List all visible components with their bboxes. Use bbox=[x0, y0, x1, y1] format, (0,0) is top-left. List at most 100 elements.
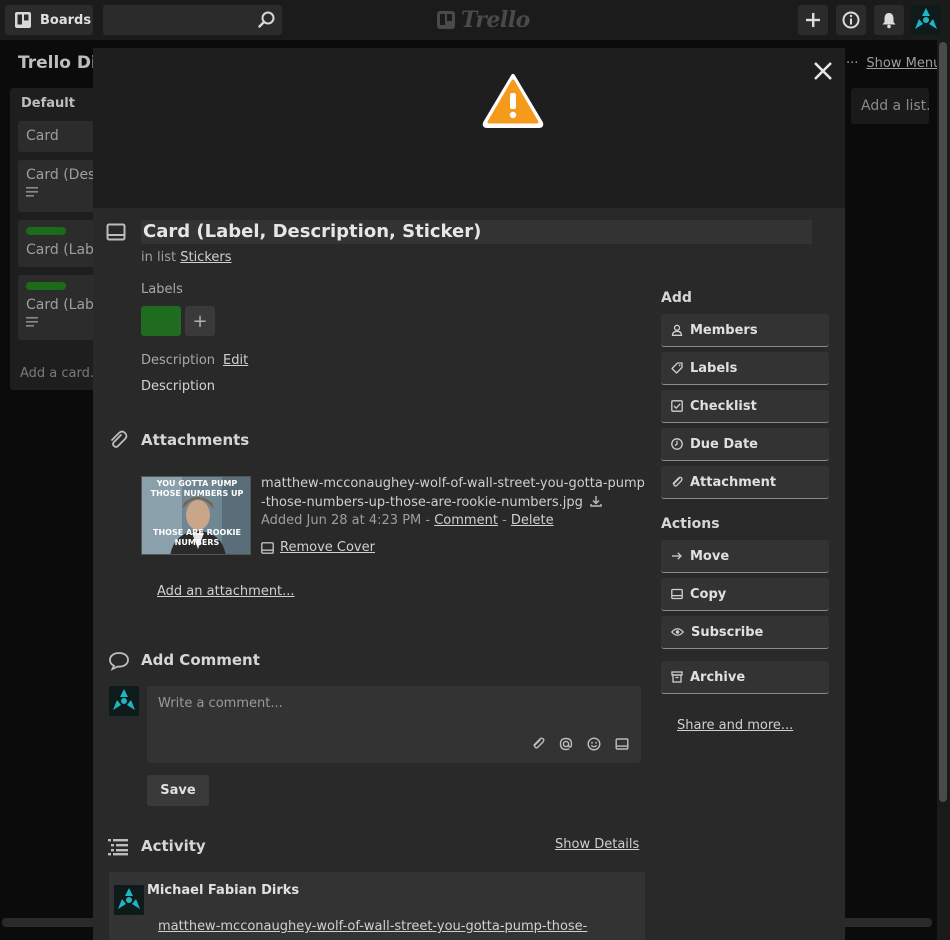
activity-avatar[interactable] bbox=[114, 885, 144, 915]
list-card[interactable]: Card bbox=[18, 121, 100, 152]
search-input[interactable] bbox=[103, 5, 282, 35]
emoji-icon[interactable] bbox=[587, 737, 601, 751]
attach-icon[interactable] bbox=[531, 737, 545, 751]
list-card-title: Card (Desc bbox=[26, 167, 100, 183]
add-card-link[interactable]: Add a card... bbox=[20, 366, 102, 381]
label-tag-icon bbox=[671, 362, 683, 374]
card-link-icon[interactable] bbox=[615, 737, 629, 751]
list-name[interactable]: Default bbox=[21, 96, 75, 111]
copy-button[interactable]: Copy bbox=[661, 578, 829, 611]
add-comment-heading: Add Comment bbox=[141, 651, 260, 669]
attachments-heading: Attachments bbox=[141, 431, 250, 449]
actions-heading: Actions bbox=[661, 516, 720, 532]
members-button[interactable]: Members bbox=[661, 314, 829, 347]
attachment-delete-link[interactable]: Delete bbox=[511, 513, 554, 528]
add-label-button[interactable]: + bbox=[185, 306, 215, 336]
cover-icon bbox=[261, 541, 274, 554]
avatar-hazard-icon bbox=[114, 885, 144, 915]
warning-sticker-icon bbox=[482, 74, 544, 128]
notifications-button[interactable] bbox=[874, 5, 904, 35]
checklist-label: Checklist bbox=[690, 398, 757, 414]
attachment-button[interactable]: Attachment bbox=[661, 466, 829, 499]
due-date-button[interactable]: Due Date bbox=[661, 428, 829, 461]
list-card[interactable]: Card (Labe bbox=[18, 220, 100, 267]
download-icon[interactable] bbox=[590, 495, 602, 507]
attachment-filename[interactable]: matthew-mcconaughey-wolf-of-wall-street-… bbox=[261, 474, 645, 512]
list-card-title: Card (Labe bbox=[26, 297, 100, 313]
share-and-more-link[interactable]: Share and more... bbox=[677, 718, 793, 733]
list-card[interactable]: Card (Desc bbox=[18, 160, 100, 212]
add-attachment-link[interactable]: Add an attachment... bbox=[157, 584, 295, 599]
description-icon bbox=[26, 187, 38, 197]
comment-avatar bbox=[109, 686, 139, 716]
add-heading: Add bbox=[661, 290, 692, 306]
logo-text: Trello bbox=[461, 7, 530, 33]
plus-icon bbox=[806, 13, 820, 27]
avatar-hazard-icon bbox=[911, 5, 941, 35]
description-icon bbox=[26, 317, 38, 327]
top-header: Boards Trello bbox=[0, 0, 950, 40]
add-list-button[interactable]: Add a list... bbox=[851, 88, 929, 124]
member-icon bbox=[671, 324, 683, 336]
info-button[interactable] bbox=[836, 5, 866, 35]
list-card[interactable]: Card (Labe bbox=[18, 275, 100, 340]
list-card-title: Card (Labe bbox=[26, 242, 100, 258]
activity-heading: Activity bbox=[141, 837, 206, 855]
create-button[interactable] bbox=[798, 5, 828, 35]
remove-cover-link[interactable]: Remove Cover bbox=[261, 540, 375, 555]
label-green[interactable] bbox=[141, 306, 181, 336]
labels-heading: Labels bbox=[141, 282, 183, 297]
user-avatar[interactable] bbox=[911, 5, 941, 35]
comment-placeholder: Write a comment... bbox=[158, 696, 283, 711]
attachment-thumbnail[interactable]: YOU GOTTA PUMP THOSE NUMBERS UP THOSE AR… bbox=[141, 476, 251, 555]
attachment-comment-link[interactable]: Comment bbox=[434, 513, 498, 528]
archive-icon bbox=[671, 671, 683, 683]
activity-attachment-link[interactable]: matthew-mcconaughey-wolf-of-wall-street-… bbox=[158, 917, 628, 936]
description-text[interactable]: Description bbox=[141, 379, 215, 394]
paperclip-icon bbox=[111, 430, 128, 448]
eye-icon bbox=[671, 628, 684, 636]
trello-logo[interactable]: Trello bbox=[437, 7, 530, 33]
bell-icon bbox=[882, 13, 896, 29]
attachment-meta-separator: - bbox=[502, 513, 507, 528]
trello-logo-icon bbox=[437, 11, 455, 29]
in-list-prefix: in list bbox=[141, 250, 177, 265]
move-label: Move bbox=[690, 548, 730, 564]
checklist-button[interactable]: Checklist bbox=[661, 390, 829, 423]
move-button[interactable]: Move bbox=[661, 540, 829, 573]
description-heading: Description Edit bbox=[141, 353, 248, 368]
attachment-label: Attachment bbox=[690, 474, 777, 490]
comment-icon bbox=[109, 652, 129, 671]
paperclip-icon bbox=[672, 476, 683, 487]
vertical-scroll-thumb[interactable] bbox=[939, 42, 947, 802]
card-cover bbox=[93, 48, 845, 208]
description-heading-label: Description bbox=[141, 353, 216, 368]
edit-description-link[interactable]: Edit bbox=[223, 353, 248, 368]
close-icon[interactable] bbox=[812, 60, 834, 82]
labels-button[interactable]: Labels bbox=[661, 352, 829, 385]
vertical-scrollbar[interactable] bbox=[937, 40, 950, 940]
list-link[interactable]: Stickers bbox=[180, 250, 231, 265]
labels-label: Labels bbox=[690, 360, 738, 376]
copy-label: Copy bbox=[690, 586, 727, 602]
checklist-icon bbox=[671, 400, 683, 412]
avatar-hazard-icon bbox=[109, 686, 139, 716]
show-details-link[interactable]: Show Details bbox=[555, 837, 639, 852]
activity-icon bbox=[108, 839, 128, 856]
boards-button[interactable]: Boards bbox=[5, 5, 93, 35]
activity-item: Michael Fabian Dirks matthew-mcconaughey… bbox=[109, 872, 645, 940]
archive-button[interactable]: Archive bbox=[661, 661, 829, 694]
search-icon[interactable] bbox=[258, 11, 276, 29]
save-comment-button[interactable]: Save bbox=[147, 775, 209, 806]
subscribe-label: Subscribe bbox=[691, 624, 764, 640]
activity-author[interactable]: Michael Fabian Dirks bbox=[147, 883, 299, 898]
thumbnail-caption-top: YOU GOTTA PUMP THOSE NUMBERS UP bbox=[150, 479, 244, 498]
in-list-line: in list Stickers bbox=[141, 250, 232, 265]
card-title-input[interactable]: Card (Label, Description, Sticker) bbox=[141, 220, 812, 244]
comment-input[interactable]: Write a comment... bbox=[147, 686, 641, 763]
members-label: Members bbox=[690, 322, 758, 338]
card-label-green bbox=[26, 282, 66, 290]
mention-icon[interactable] bbox=[559, 737, 573, 751]
subscribe-button[interactable]: Subscribe bbox=[661, 616, 829, 649]
show-menu-link[interactable]: ··· Show Menu bbox=[846, 56, 941, 71]
